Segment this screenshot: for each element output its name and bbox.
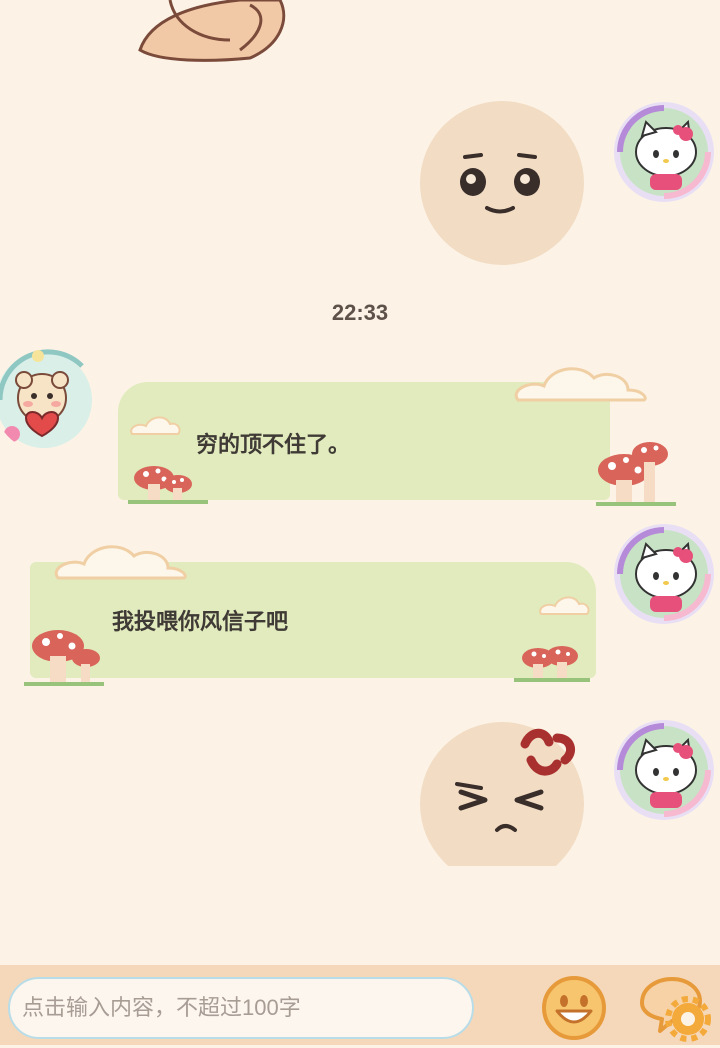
chat-settings-icon [640, 977, 711, 1042]
avatar-hello-kitty[interactable] [612, 718, 716, 822]
smiley-icon [542, 976, 606, 1040]
mushroom-decoration [128, 466, 208, 504]
cloud-decoration [539, 596, 590, 615]
chat-message-sticker-smile[interactable] [405, 95, 605, 280]
chat-settings-button[interactable] [636, 975, 714, 1043]
mushroom-decoration [514, 646, 590, 682]
message-text: 穷的顶不住了。 [196, 432, 351, 457]
message-text: 我投喂你风信子吧 [112, 609, 289, 634]
angry-face-sticker [420, 722, 584, 866]
chat-message-sticker-angry[interactable] [405, 716, 605, 866]
message-input[interactable] [8, 977, 474, 1039]
smile-face-sticker [420, 101, 584, 265]
emoji-button[interactable] [541, 975, 607, 1041]
cloud-decoration [130, 416, 181, 435]
previous-sticker-fragment [130, 0, 300, 62]
cloud-decoration [514, 367, 647, 402]
avatar-bear-with-heart[interactable] [0, 340, 96, 452]
avatar-hello-kitty[interactable] [612, 100, 716, 204]
cloud-decoration [54, 545, 187, 580]
avatar-hello-kitty[interactable] [612, 522, 716, 626]
mushroom-decoration [596, 442, 676, 506]
message-input-bar [0, 965, 720, 1045]
mushroom-decoration [24, 630, 104, 686]
message-timestamp: 22:33 [331, 300, 389, 325]
